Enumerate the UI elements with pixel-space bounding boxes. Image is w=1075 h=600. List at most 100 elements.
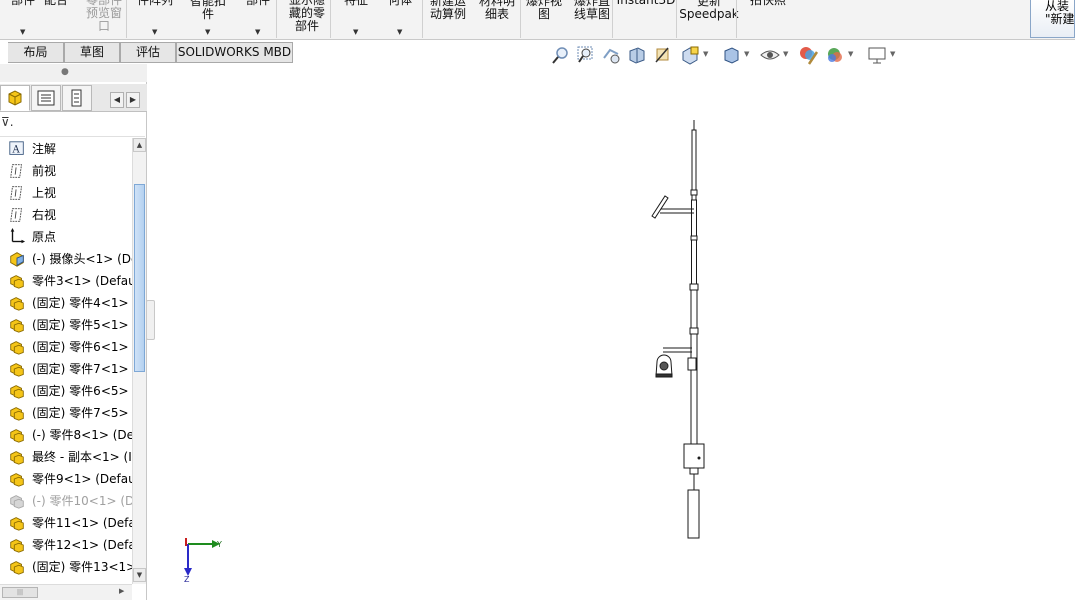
configurationmanager-tab[interactable] — [62, 85, 92, 111]
tree-item[interactable]: (-) 零件8<1> (Det — [0, 424, 132, 446]
display-style-icon[interactable] — [720, 44, 742, 66]
panel-splitter[interactable] — [146, 300, 155, 340]
part-icon — [10, 275, 24, 289]
tab-3[interactable]: SOLIDWORKS MBD — [176, 42, 293, 63]
tree-item[interactable]: A 注解 — [0, 138, 132, 160]
scroll-up-icon[interactable]: ▲ — [133, 138, 146, 152]
tree-item[interactable]: (-) 摄像头<1> (De — [0, 248, 132, 270]
dropdown-arrow-icon[interactable]: ▼ — [20, 26, 25, 39]
view-dropdown-arrow-icon[interactable]: ▼ — [703, 50, 708, 58]
pole-upper-segment — [691, 129, 697, 201]
ribbon-button-2[interactable]: 零部件 预览窗 口 — [80, 0, 128, 39]
tree-item[interactable]: (固定) 零件6<1> ( — [0, 336, 132, 358]
ribbon-new-from-assembly-button[interactable]: 从装 "新建 — [1030, 0, 1075, 38]
zoom-to-fit-icon[interactable] — [550, 44, 572, 66]
ribbon-button-12[interactable]: 爆炸直 线草图 — [568, 0, 616, 39]
tree-horizontal-scrollbar[interactable]: ||| ▶ — [0, 584, 132, 600]
ribbon-button-1[interactable]: 配合 — [38, 0, 74, 39]
hscroll-thumb[interactable]: ||| — [2, 587, 38, 598]
part-icon — [10, 385, 24, 399]
graphics-area[interactable]: Y Z — [0, 0, 1075, 600]
panel-grip[interactable]: ● — [0, 64, 147, 82]
filter-icon[interactable]: ⊽. — [1, 115, 14, 129]
ribbon-button-7[interactable]: 特征 ▼ — [334, 0, 378, 39]
pole-middle-segment — [691, 199, 697, 289]
ribbon-button-6[interactable]: 显示隐 藏的零 部件 — [280, 0, 334, 39]
dropdown-arrow-icon[interactable]: ▼ — [205, 26, 210, 39]
plane-icon — [10, 186, 23, 200]
tree-item[interactable]: (固定) 零件5<1> ( — [0, 314, 132, 336]
feature-tree: A 注解 前视 上视 右视 原点 (-) 摄像头<1> (De 零件3<1> (Defau (固… — [0, 138, 132, 580]
ribbon-button-14[interactable]: 更新 Speedpak — [678, 0, 740, 39]
ribbon-button-label: 新建运 动算例 — [429, 0, 466, 21]
dropdown-arrow-icon[interactable]: ▼ — [353, 26, 358, 39]
tree-item[interactable]: 零件3<1> (Defau — [0, 270, 132, 292]
tree-item[interactable]: (-) 零件10<1> (De — [0, 490, 132, 512]
tree-item[interactable]: 右视 — [0, 204, 132, 226]
ribbon-button-5[interactable]: 部件 ▼ — [236, 0, 280, 39]
ribbon-button-11[interactable]: 爆炸视 图 — [524, 0, 564, 39]
tree-item[interactable]: 前视 — [0, 160, 132, 182]
ribbon-button-3[interactable]: 件阵列 ▼ — [130, 0, 180, 39]
ribbon-button-4[interactable]: 智能扣 件 ▼ — [180, 0, 236, 39]
ribbon-separator — [276, 0, 277, 38]
tree-item-label: 最终 - 副本<1> (I — [32, 450, 132, 464]
tab-1[interactable]: 草图 — [64, 42, 120, 63]
ribbon-button-9[interactable]: 新建运 动算例 — [426, 0, 470, 39]
dropdown-arrow-icon[interactable]: ▼ — [255, 26, 260, 39]
scroll-thumb[interactable] — [134, 184, 145, 372]
tree-item[interactable]: (固定) 零件7<5> ( — [0, 402, 132, 424]
tree-item-label: 注解 — [32, 142, 57, 156]
ribbon-separator — [330, 0, 331, 38]
edit-appearance-icon[interactable] — [797, 44, 819, 66]
tree-item[interactable]: 原点 — [0, 226, 132, 248]
apply-scene-icon[interactable] — [824, 44, 846, 66]
tree-item[interactable]: 零件9<1> (Defau — [0, 468, 132, 490]
scroll-down-icon[interactable]: ▼ — [133, 568, 146, 582]
view-dropdown-arrow-icon[interactable]: ▼ — [744, 50, 749, 58]
view-orientation-icon[interactable] — [679, 44, 701, 66]
featuremanager-tab[interactable] — [0, 85, 30, 111]
zoom-to-area-icon[interactable] — [575, 44, 597, 66]
view-dropdown-arrow-icon[interactable]: ▼ — [890, 50, 895, 58]
hide-show-items-icon[interactable] — [759, 44, 781, 66]
tree-item-label: (固定) 零件13<1> — [32, 560, 132, 574]
section-view-icon[interactable] — [626, 44, 648, 66]
tree-item[interactable]: (固定) 零件6<5> ( — [0, 380, 132, 402]
dropdown-arrow-icon[interactable]: ▼ — [397, 26, 402, 39]
dynamic-annotation-icon[interactable] — [652, 44, 674, 66]
scroll-right-icon[interactable]: ▶ — [119, 587, 124, 595]
tree-item-label: (-) 零件10<1> (De — [32, 494, 132, 508]
tree-filter[interactable]: ⊽. — [0, 113, 145, 137]
tree-item[interactable]: 零件14<1> — [0, 578, 132, 580]
view-dropdown-arrow-icon[interactable]: ▼ — [783, 50, 788, 58]
tab-2[interactable]: 评估 — [120, 42, 176, 63]
part-icon — [10, 363, 24, 377]
tree-item[interactable]: 最终 - 副本<1> (I — [0, 446, 132, 468]
plane-icon — [10, 164, 23, 178]
dropdown-arrow-icon[interactable]: ▼ — [152, 26, 157, 39]
tabs-scroll-left-icon[interactable]: ◀ — [110, 92, 124, 108]
tree-item[interactable]: 零件11<1> (Defa — [0, 512, 132, 534]
tree-vertical-scrollbar[interactable]: ▲ ▼ — [132, 138, 146, 584]
tree-item[interactable]: (固定) 零件4<1> - — [0, 292, 132, 314]
ribbon-button-13[interactable]: Instant3D — [616, 0, 676, 39]
previous-view-icon[interactable] — [600, 44, 622, 66]
propertymanager-tab[interactable] — [31, 85, 61, 111]
view-dropdown-arrow-icon[interactable]: ▼ — [848, 50, 853, 58]
ribbon-button-label: 更新 Speedpak — [679, 0, 739, 21]
tabs-scroll-right-icon[interactable]: ▶ — [126, 92, 140, 108]
tree-item[interactable]: 零件12<1> (Defa — [0, 534, 132, 556]
plane-icon — [10, 208, 23, 222]
tree-item[interactable]: (固定) 零件7<1> ( — [0, 358, 132, 380]
origin-icon — [10, 228, 26, 244]
ribbon-button-15[interactable]: 拍快照 — [738, 0, 798, 39]
view-settings-icon[interactable] — [866, 44, 888, 66]
tree-item[interactable]: (固定) 零件13<1> — [0, 556, 132, 578]
tab-0[interactable]: 布局 — [8, 42, 64, 63]
tree-item[interactable]: 上视 — [0, 182, 132, 204]
tree-item-label: 前视 — [32, 164, 57, 178]
part-icon — [10, 341, 24, 355]
ribbon-button-8[interactable]: 何体 ▼ — [380, 0, 420, 39]
ribbon-button-10[interactable]: 材料明 细表 — [472, 0, 522, 39]
